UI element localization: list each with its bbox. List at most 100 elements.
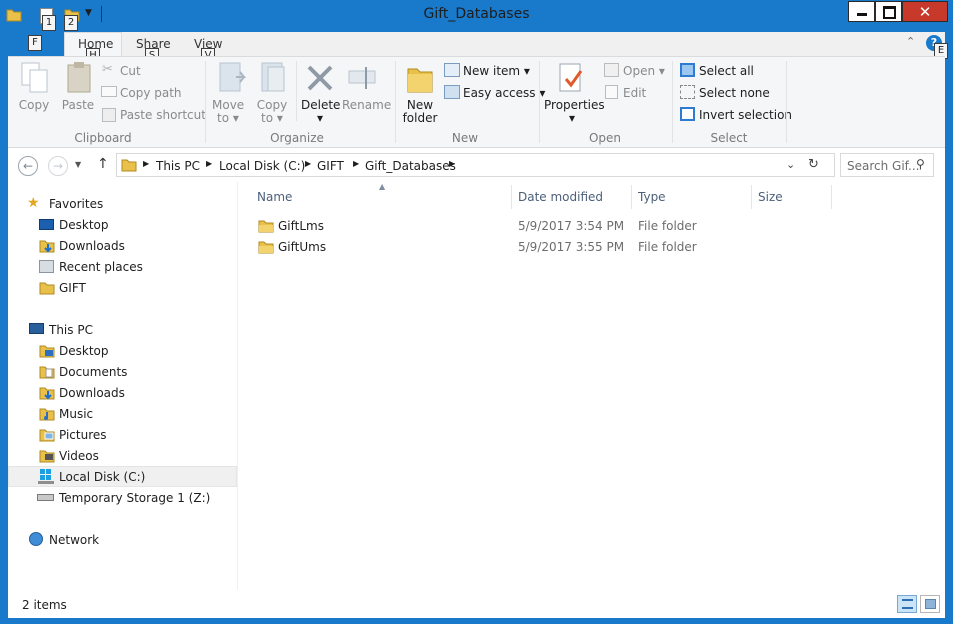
folder-icon [258,220,274,233]
nav-pc-pictures[interactable]: Pictures [8,425,237,445]
ribbon-separator [296,61,297,121]
rename-icon [348,67,376,89]
delete-button[interactable]: Delete ▾ [301,99,340,125]
column-header-name[interactable]: Name [251,185,512,209]
invert-selection-button[interactable]: Invert selection [699,108,792,122]
file-row[interactable]: GiftLms 5/9/2017 3:54 PM File folder [253,216,833,236]
delete-icon [307,65,333,91]
back-button[interactable]: ← [18,156,38,176]
nav-this-pc[interactable]: This PC [8,320,237,340]
search-input[interactable]: Search Gif... [847,159,919,173]
cut-button[interactable]: Cut [120,64,141,78]
file-type: File folder [638,240,697,254]
organize-group-label: Organize [270,131,324,145]
search-box[interactable]: Search Gif... ⚲ [840,153,934,177]
file-list-pane: ▲ Name Date modified Type Size GiftLms 5… [239,182,945,590]
nav-pc-documents[interactable]: Documents [8,362,237,382]
navigation-pane: ★ Favorites Desktop Downloads Recent pla… [8,182,238,590]
select-none-button[interactable]: Select none [699,86,770,100]
breadcrumb-local-disk[interactable]: Local Disk (C:) [219,159,305,173]
downloads-folder-icon [39,240,55,253]
nav-fav-downloads[interactable]: Downloads [8,236,237,256]
nav-fav-recent-places[interactable]: Recent places [8,257,237,277]
forward-button[interactable]: → [48,156,68,176]
new-folder-icon [407,68,433,93]
details-view-button[interactable] [897,595,917,613]
file-row[interactable]: GiftUms 5/9/2017 3:55 PM File folder [253,237,833,257]
ribbon-separator [539,61,540,143]
folder-icon [121,159,137,172]
chevron-right-icon: ▶ [353,159,360,168]
minimize-button[interactable] [848,1,875,22]
move-to-button[interactable]: Move to ▾ [212,99,244,125]
select-all-button[interactable]: Select all [699,64,754,78]
move-to-icon [219,62,246,92]
large-icons-view-icon [925,599,936,609]
new-folder-button[interactable]: New folder [398,99,442,125]
open-icon [604,63,619,77]
edit-button[interactable]: Edit [623,86,646,100]
nav-pc-local-disk[interactable]: Local Disk (C:) [8,466,237,487]
recent-locations-icon[interactable]: ▼ [75,160,81,169]
address-history-icon[interactable]: ⌄ [786,158,795,171]
easy-access-label: Easy access [463,86,536,100]
paste-shortcut-button[interactable]: Paste shortcut [120,108,206,122]
nav-pc-downloads-label: Downloads [59,386,125,400]
pictures-folder-icon [39,429,55,442]
rename-button[interactable]: Rename [342,99,391,112]
nav-pc-videos-label: Videos [59,449,99,463]
close-button[interactable]: ✕ [902,1,948,22]
item-count: 2 items [22,598,67,612]
nav-pc-documents-label: Documents [59,365,128,379]
copy-to-button[interactable]: Copy to ▾ [255,99,289,125]
explorer-window: 1 2 ▼ Gift_Databases ✕ F Home H Share S … [0,0,953,624]
nav-fav-recent-places-label: Recent places [59,260,143,274]
file-name: GiftUms [278,240,327,254]
breadcrumb-gift-databases[interactable]: Gift_Databases [365,159,456,173]
column-header-type[interactable]: Type [632,185,752,209]
select-all-icon [680,63,695,77]
nav-pc-desktop[interactable]: Desktop [8,341,237,361]
properties-button[interactable]: Properties ▾ [544,99,605,125]
large-icons-view-button[interactable] [920,595,940,613]
file-date: 5/9/2017 3:54 PM [518,219,625,233]
column-header-date-modified[interactable]: Date modified [512,185,632,209]
search-icon[interactable]: ⚲ [916,157,925,171]
copy-to-label-1: Copy [256,98,288,112]
up-icon[interactable]: ↑ [97,156,109,172]
breadcrumb-this-pc[interactable]: This PC [156,159,200,173]
ribbon: Copy Paste ✂ Cut Copy path Paste shortcu… [8,56,945,148]
new-item-button[interactable]: New item ▾ [463,64,530,78]
nav-pc-downloads[interactable]: Downloads [8,383,237,403]
address-bar[interactable]: ▶ This PC ▶ Local Disk (C:) ▶ GIFT ▶ Gif… [116,153,835,177]
properties-label: Properties [544,98,605,112]
refresh-icon[interactable]: ↻ [808,157,819,172]
copy-path-button[interactable]: Copy path [120,86,182,100]
copy-button[interactable]: Copy [18,99,50,112]
keytip-file: F [28,35,42,51]
nav-pc-music[interactable]: Music [8,404,237,424]
move-to-label-1: Move [212,98,245,112]
properties-icon [559,63,583,92]
nav-network[interactable]: Network [8,530,237,550]
nav-fav-desktop[interactable]: Desktop [8,215,237,235]
easy-access-button[interactable]: Easy access ▾ [463,86,545,100]
address-bar-row: ← → ▼ ↑ ▶ This PC ▶ Local Disk (C:) ▶ GI… [8,148,945,182]
main-area: ★ Favorites Desktop Downloads Recent pla… [8,182,945,590]
column-header-size-label: Size [758,190,783,204]
cut-icon: ✂ [102,62,113,77]
nav-favorites[interactable]: ★ Favorites [8,194,237,214]
maximize-button[interactable] [875,1,902,22]
collapse-ribbon-icon[interactable]: ⌃ [906,35,915,48]
new-folder-label-2: folder [402,111,438,125]
nav-pc-temporary-storage[interactable]: Temporary Storage 1 (Z:) [8,488,237,508]
column-header-size[interactable]: Size [752,185,832,209]
breadcrumb-gift[interactable]: GIFT [317,159,344,173]
paste-button[interactable]: Paste [60,99,96,112]
open-button[interactable]: Open ▾ [623,64,665,78]
column-header-date-label: Date modified [518,190,604,204]
open-label: Open [623,64,656,78]
nav-pc-videos[interactable]: Videos [8,446,237,466]
paste-shortcut-icon [102,108,116,122]
nav-fav-gift[interactable]: GIFT [8,278,237,298]
